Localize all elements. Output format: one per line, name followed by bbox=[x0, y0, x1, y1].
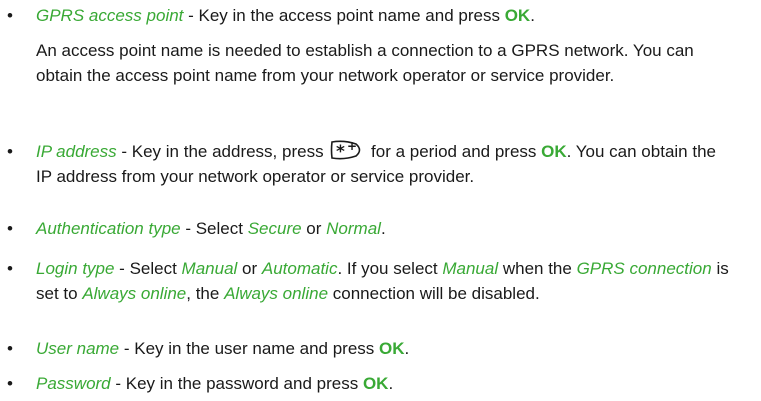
separator: - bbox=[180, 219, 196, 238]
document-page: • GPRS access point - Key in the access … bbox=[0, 0, 761, 401]
list-item-gprs-access-point: GPRS access point - Key in the access po… bbox=[36, 3, 736, 28]
term-gprs-connection: GPRS connection bbox=[576, 259, 712, 278]
ok-key-label: OK bbox=[504, 6, 531, 25]
term: Authentication type bbox=[36, 219, 181, 238]
separator: - bbox=[119, 339, 135, 358]
option-always-online: Always online bbox=[224, 284, 329, 303]
item-text: for a period and press bbox=[366, 142, 542, 161]
item-text: or bbox=[237, 259, 262, 278]
item-text: Key in the access point name and press bbox=[198, 6, 505, 25]
separator: - bbox=[110, 374, 126, 393]
bullet: • bbox=[7, 374, 13, 393]
ok-key-label: OK bbox=[379, 339, 405, 358]
option-always-online: Always online bbox=[82, 284, 187, 303]
item-text: Key in the password and press bbox=[125, 374, 363, 393]
separator: - bbox=[116, 142, 132, 161]
item-text: when the bbox=[498, 259, 577, 278]
option-manual: Manual bbox=[181, 259, 238, 278]
ok-key-label: OK bbox=[541, 142, 567, 161]
option-manual: Manual bbox=[442, 259, 499, 278]
paragraph-access-point-info: An access point name is needed to establ… bbox=[36, 41, 694, 85]
bullet: • bbox=[7, 259, 13, 278]
bullet: • bbox=[7, 339, 13, 358]
svg-text:+: + bbox=[347, 139, 357, 153]
bullet: • bbox=[7, 142, 13, 161]
item-end: . bbox=[404, 339, 410, 358]
item-text: Key in the address, press bbox=[131, 142, 329, 161]
item-text: , the bbox=[186, 284, 225, 303]
item-text: Key in the user name and press bbox=[134, 339, 379, 358]
term: GPRS access point bbox=[36, 6, 184, 25]
list-item-user-name: User name - Key in the user name and pre… bbox=[36, 336, 736, 361]
item-text: connection will be disabled. bbox=[328, 284, 540, 303]
term: Password bbox=[36, 374, 111, 393]
term: User name bbox=[36, 339, 120, 358]
item-text: . If you select bbox=[337, 259, 443, 278]
item-text: Select bbox=[195, 219, 248, 238]
ok-key-label: OK bbox=[362, 374, 389, 393]
option-automatic: Automatic bbox=[261, 259, 338, 278]
option-normal: Normal bbox=[326, 219, 381, 238]
list-item-password: Password - Key in the password and press… bbox=[36, 371, 736, 396]
option-secure: Secure bbox=[247, 219, 302, 238]
item-end: . bbox=[530, 6, 535, 25]
bullet: • bbox=[7, 219, 13, 238]
item-end: . bbox=[380, 219, 386, 238]
star-key-icon: * + bbox=[330, 139, 361, 161]
list-item-ip-address: IP address - Key in the address, press *… bbox=[36, 139, 736, 189]
term: IP address bbox=[36, 142, 117, 161]
list-item-login-type: Login type - Select Manual or Automatic.… bbox=[36, 256, 736, 306]
item-text: or bbox=[301, 219, 327, 238]
term: Login type bbox=[36, 259, 115, 278]
separator: - bbox=[183, 6, 199, 25]
list-item-authentication-type: Authentication type - Select Secure or N… bbox=[36, 216, 736, 241]
separator: - bbox=[114, 259, 130, 278]
bullet: • bbox=[7, 6, 13, 25]
item-text: Select bbox=[129, 259, 182, 278]
svg-text:*: * bbox=[336, 142, 345, 161]
item-end: . bbox=[388, 374, 394, 393]
